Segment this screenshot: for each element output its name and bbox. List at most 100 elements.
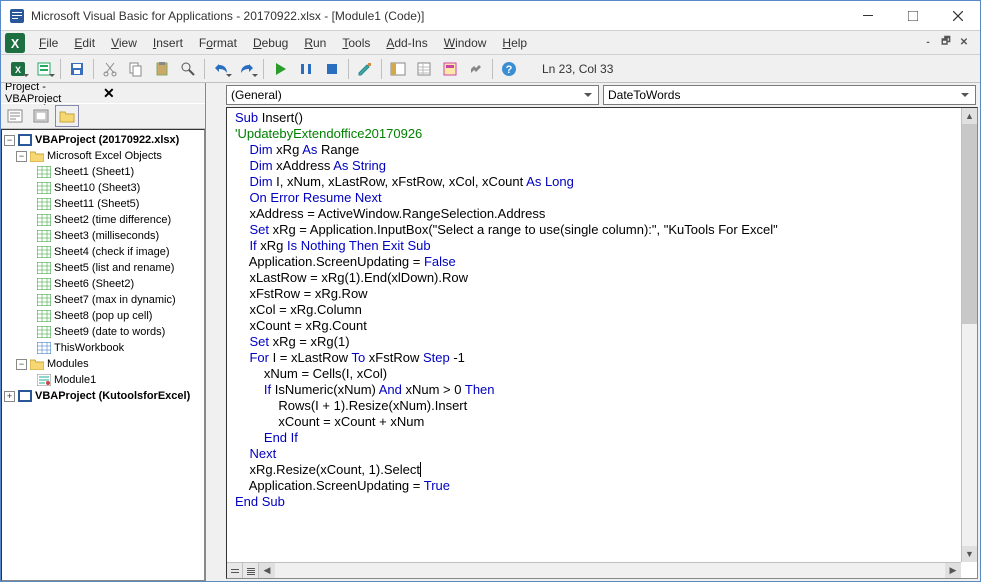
menu-window[interactable]: Window <box>436 34 495 52</box>
run-button[interactable] <box>268 58 292 80</box>
full-module-view-button[interactable] <box>243 563 259 578</box>
sheet-icon <box>36 197 52 211</box>
folder-icon <box>29 149 45 163</box>
scroll-down-icon[interactable]: ▼ <box>962 546 977 562</box>
menu-help[interactable]: Help <box>494 34 535 52</box>
mdi-restore-button[interactable]: 🗗 <box>938 35 954 51</box>
tree-sheet[interactable]: Sheet10 (Sheet3) <box>54 182 140 194</box>
object-selector[interactable]: (General) <box>226 85 599 105</box>
tree-sheet[interactable]: Sheet4 (check if image) <box>54 246 170 258</box>
help-button[interactable]: ? <box>497 58 521 80</box>
menu-addins[interactable]: Add-Ins <box>378 34 435 52</box>
project-pane-title: Project - VBAProject <box>5 83 99 105</box>
sheet-icon <box>36 261 52 275</box>
tree-sheet[interactable]: Sheet6 (Sheet2) <box>54 278 134 290</box>
sheet-icon <box>36 213 52 227</box>
project-pane-close-button[interactable]: ✕ <box>99 85 201 102</box>
tree-module1[interactable]: Module1 <box>54 374 96 386</box>
tree-sheet[interactable]: Sheet1 (Sheet1) <box>54 166 134 178</box>
view-excel-button[interactable]: X <box>6 58 30 80</box>
toggle-folders-button[interactable] <box>55 105 79 127</box>
object-browser-button[interactable] <box>438 58 462 80</box>
project-icon <box>17 133 33 147</box>
tree-excel-objects[interactable]: Microsoft Excel Objects <box>47 150 162 162</box>
toolbox-button[interactable] <box>464 58 488 80</box>
close-button[interactable] <box>935 1 980 31</box>
tree-sheet[interactable]: Sheet9 (date to words) <box>54 326 165 338</box>
save-button[interactable] <box>65 58 89 80</box>
menu-run[interactable]: Run <box>296 34 334 52</box>
app-icon <box>9 8 25 24</box>
tree-sheet[interactable]: Sheet3 (milliseconds) <box>54 230 159 242</box>
view-object-button[interactable] <box>29 105 53 127</box>
horizontal-scrollbar[interactable]: ◀ ▶ <box>227 562 961 578</box>
titlebar: Microsoft Visual Basic for Applications … <box>1 1 980 31</box>
copy-button[interactable] <box>124 58 148 80</box>
tree-thisworkbook[interactable]: ThisWorkbook <box>54 342 124 354</box>
redo-button[interactable] <box>235 58 259 80</box>
design-mode-button[interactable] <box>353 58 377 80</box>
svg-text:X: X <box>15 65 21 75</box>
scroll-right-icon[interactable]: ▶ <box>945 563 961 578</box>
tree-project[interactable]: VBAProject (20170922.xlsx) <box>35 134 179 146</box>
scroll-up-icon[interactable]: ▲ <box>962 108 977 124</box>
menu-insert[interactable]: Insert <box>145 34 191 52</box>
find-button[interactable] <box>176 58 200 80</box>
tree-sheet[interactable]: Sheet2 (time difference) <box>54 214 171 226</box>
tree-sheet[interactable]: Sheet7 (max in dynamic) <box>54 294 176 306</box>
sheet-icon <box>36 245 52 259</box>
maximize-button[interactable] <box>890 1 935 31</box>
workbook-icon <box>36 341 52 355</box>
menu-file[interactable]: File <box>31 34 66 52</box>
tree-sheet[interactable]: Sheet11 (Sheet5) <box>54 198 139 210</box>
menu-tools[interactable]: Tools <box>334 34 378 52</box>
menu-format[interactable]: Format <box>191 34 245 52</box>
expand-icon[interactable]: − <box>4 135 15 146</box>
project-tree[interactable]: −VBAProject (20170922.xlsx) −Microsoft E… <box>1 129 205 581</box>
tree-modules[interactable]: Modules <box>47 358 89 370</box>
code-editor[interactable]: Sub Insert() 'UpdatebyExtendoffice201709… <box>227 108 961 562</box>
excel-icon: X <box>5 33 25 53</box>
tree-sheet[interactable]: Sheet8 (pop up cell) <box>54 310 152 322</box>
svg-text:?: ? <box>506 64 513 76</box>
tree-sheet[interactable]: Sheet5 (list and rename) <box>54 262 174 274</box>
cut-button[interactable] <box>98 58 122 80</box>
menu-view[interactable]: View <box>103 34 145 52</box>
mdi-minimize-button[interactable]: - <box>920 35 936 51</box>
ide-window: Microsoft Visual Basic for Applications … <box>0 0 981 582</box>
toolbar: X ? Ln 23, Col 33 <box>1 55 980 83</box>
tree-project[interactable]: VBAProject (KutoolsforExcel) <box>35 390 190 402</box>
sheet-icon <box>36 325 52 339</box>
scroll-thumb[interactable] <box>962 124 977 324</box>
scroll-left-icon[interactable]: ◀ <box>259 563 275 578</box>
menu-debug[interactable]: Debug <box>245 34 296 52</box>
view-code-button[interactable] <box>3 105 27 127</box>
project-explorer-pane: Project - VBAProject ✕ −VBAProject (2017… <box>1 83 206 581</box>
module-icon <box>36 373 52 387</box>
menubar: X File Edit View Insert Format Debug Run… <box>1 31 980 55</box>
undo-button[interactable] <box>209 58 233 80</box>
project-explorer-button[interactable] <box>386 58 410 80</box>
expand-icon[interactable]: − <box>16 359 27 370</box>
project-icon <box>17 389 33 403</box>
menu-edit[interactable]: Edit <box>66 34 103 52</box>
svg-text:X: X <box>11 37 20 51</box>
paste-button[interactable] <box>150 58 174 80</box>
code-pane: (General) DateToWords Sub Insert() 'Upda… <box>206 83 980 581</box>
sheet-icon <box>36 309 52 323</box>
properties-window-button[interactable] <box>412 58 436 80</box>
minimize-button[interactable] <box>845 1 890 31</box>
procedure-view-button[interactable] <box>227 563 243 578</box>
folder-icon <box>29 357 45 371</box>
break-button[interactable] <box>294 58 318 80</box>
sheet-icon <box>36 181 52 195</box>
window-title: Microsoft Visual Basic for Applications … <box>31 9 845 23</box>
vertical-scrollbar[interactable]: ▲ ▼ <box>961 108 977 562</box>
procedure-selector[interactable]: DateToWords <box>603 85 976 105</box>
expand-icon[interactable]: + <box>4 391 15 402</box>
insert-module-button[interactable] <box>32 58 56 80</box>
expand-icon[interactable]: − <box>16 151 27 162</box>
project-pane-titlebar: Project - VBAProject ✕ <box>1 83 205 103</box>
reset-button[interactable] <box>320 58 344 80</box>
mdi-close-button[interactable]: ✕ <box>956 35 972 51</box>
